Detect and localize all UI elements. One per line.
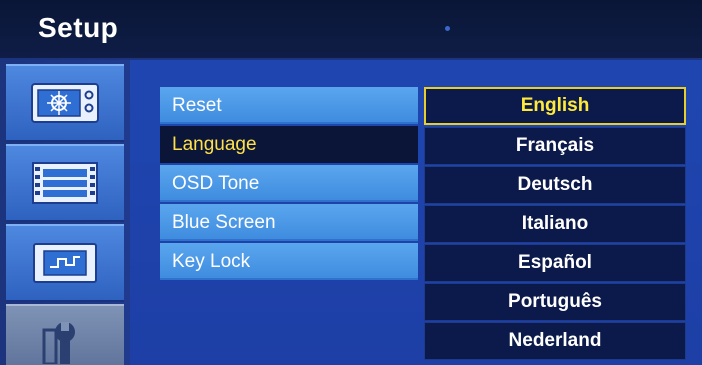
page-title: Setup <box>38 12 119 43</box>
sidebar-tab-film[interactable] <box>6 144 124 222</box>
sidebar <box>0 60 130 365</box>
screen-chart-icon <box>30 241 100 285</box>
header-indicator-dot <box>445 26 450 31</box>
language-option-english[interactable]: English <box>424 87 686 125</box>
header-bar: Setup <box>0 0 702 60</box>
language-option-italiano[interactable]: Italiano <box>424 205 686 243</box>
film-strip-icon <box>30 161 100 205</box>
setup-tools-icon <box>30 320 100 365</box>
menu-item-osd-tone[interactable]: OSD Tone <box>160 165 418 202</box>
menu-item-reset[interactable]: Reset <box>160 87 418 124</box>
language-option-nederland[interactable]: Nederland <box>424 322 686 360</box>
sidebar-tab-screen[interactable] <box>6 224 124 302</box>
sidebar-tab-setup[interactable] <box>6 304 124 365</box>
menu-item-blue-screen[interactable]: Blue Screen <box>160 204 418 241</box>
menu-item-language[interactable]: Language <box>160 126 418 163</box>
language-option-portugues[interactable]: Português <box>424 283 686 321</box>
menu-item-key-lock[interactable]: Key Lock <box>160 243 418 280</box>
language-option-espanol[interactable]: Español <box>424 244 686 282</box>
language-option-francais[interactable]: Français <box>424 127 686 165</box>
sidebar-tab-picture[interactable] <box>6 64 124 142</box>
picture-settings-icon <box>30 81 100 125</box>
osd-screen: Setup Reset Language OSD Tone Blue Scree… <box>0 0 702 365</box>
language-option-deutsch[interactable]: Deutsch <box>424 166 686 204</box>
